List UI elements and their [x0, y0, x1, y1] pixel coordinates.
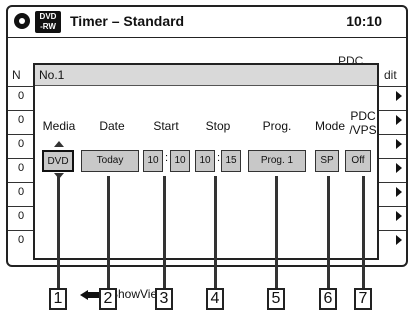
start-hour-field[interactable]: 10	[143, 150, 163, 172]
col-header-n: N	[12, 68, 21, 82]
callout-marker-4: 4	[206, 288, 224, 310]
callout-marker-3: 3	[155, 288, 173, 310]
date-label: Date	[99, 119, 125, 133]
callout-line-6	[327, 176, 330, 288]
badge-line1: DVD	[39, 12, 57, 21]
dialog-title: No.1	[35, 65, 377, 86]
stop-colon: :	[217, 152, 221, 164]
callout-line-2	[107, 176, 110, 288]
triangle-up-icon[interactable]	[54, 141, 64, 147]
callout-marker-7: 7	[354, 288, 372, 310]
pdc-vps-label: PDC /VPS	[343, 109, 383, 137]
arrow-left-icon	[80, 290, 88, 300]
prog-label: Prog.	[262, 119, 292, 133]
pdc-label-line2: /VPS	[349, 123, 377, 137]
mode-label: Mode	[314, 119, 346, 133]
arrow-right-icon[interactable]	[396, 187, 402, 197]
callout-marker-5: 5	[267, 288, 285, 310]
media-field[interactable]: DVD	[42, 150, 74, 172]
disc-icon	[14, 13, 30, 29]
arrow-right-icon[interactable]	[396, 115, 402, 125]
callout-line-1	[57, 176, 60, 288]
program-field[interactable]: Prog. 1	[248, 150, 306, 172]
callout-marker-1: 1	[49, 288, 67, 310]
arrow-right-icon[interactable]	[396, 163, 402, 173]
callout-line-7	[362, 176, 365, 288]
date-field[interactable]: Today	[81, 150, 139, 172]
start-colon: :	[165, 152, 169, 164]
stop-minute-field[interactable]: 15	[221, 150, 241, 172]
callout-marker-2: 2	[99, 288, 117, 310]
arrow-right-icon[interactable]	[396, 91, 402, 101]
arrow-right-icon[interactable]	[396, 235, 402, 245]
media-label: Media	[42, 119, 76, 133]
callout-line-5	[275, 176, 278, 288]
callout-line-4	[214, 176, 217, 288]
badge-line2: -RW	[40, 22, 56, 31]
dvd-rw-badge: DVD -RW	[35, 11, 61, 33]
title-bar: DVD -RW Timer – Standard 10:10	[8, 7, 406, 38]
clock: 10:10	[346, 13, 382, 29]
start-minute-field[interactable]: 10	[170, 150, 190, 172]
arrow-right-icon[interactable]	[396, 211, 402, 221]
page-title: Timer – Standard	[70, 13, 185, 29]
pdc-vps-field[interactable]: Off	[345, 150, 371, 172]
callout-line-3	[163, 176, 166, 288]
pdc-label-line1: PDC	[350, 109, 376, 123]
callout-marker-6: 6	[319, 288, 337, 310]
arrow-right-icon[interactable]	[396, 139, 402, 149]
stop-label: Stop	[205, 119, 231, 133]
start-label: Start	[153, 119, 179, 133]
mode-field[interactable]: SP	[315, 150, 339, 172]
col-header-edit: dit	[384, 68, 397, 82]
stop-hour-field[interactable]: 10	[195, 150, 215, 172]
